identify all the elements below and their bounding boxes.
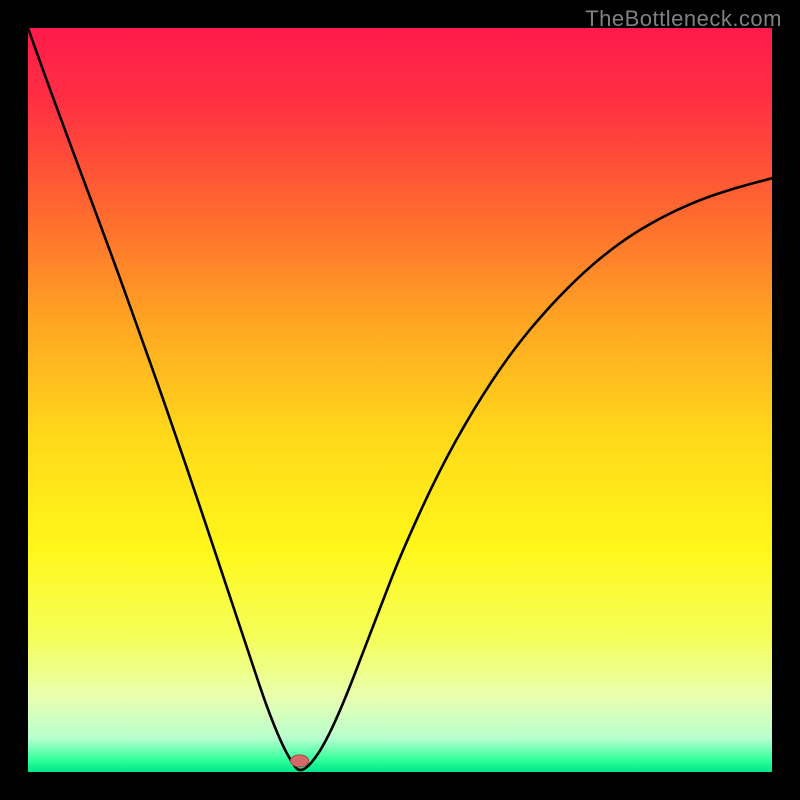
chart-frame: TheBottleneck.com [0, 0, 800, 800]
bottleneck-chart [0, 0, 800, 800]
chart-gradient-bg [28, 28, 772, 772]
optimal-point-marker [291, 755, 309, 767]
watermark-text: TheBottleneck.com [585, 6, 782, 32]
